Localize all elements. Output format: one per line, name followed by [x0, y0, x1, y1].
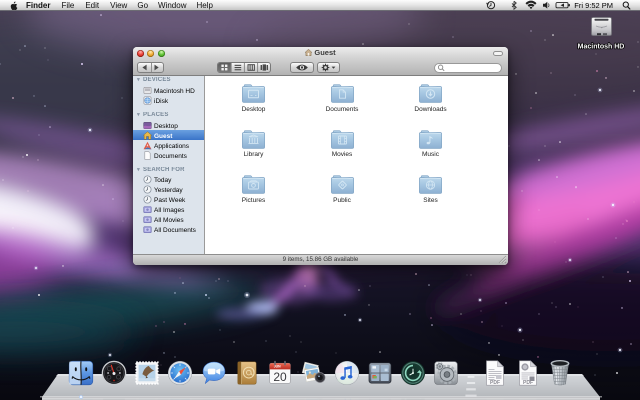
svg-text:Macintosh HD: Macintosh HD [578, 44, 625, 51]
svg-text:20: 20 [274, 370, 288, 384]
